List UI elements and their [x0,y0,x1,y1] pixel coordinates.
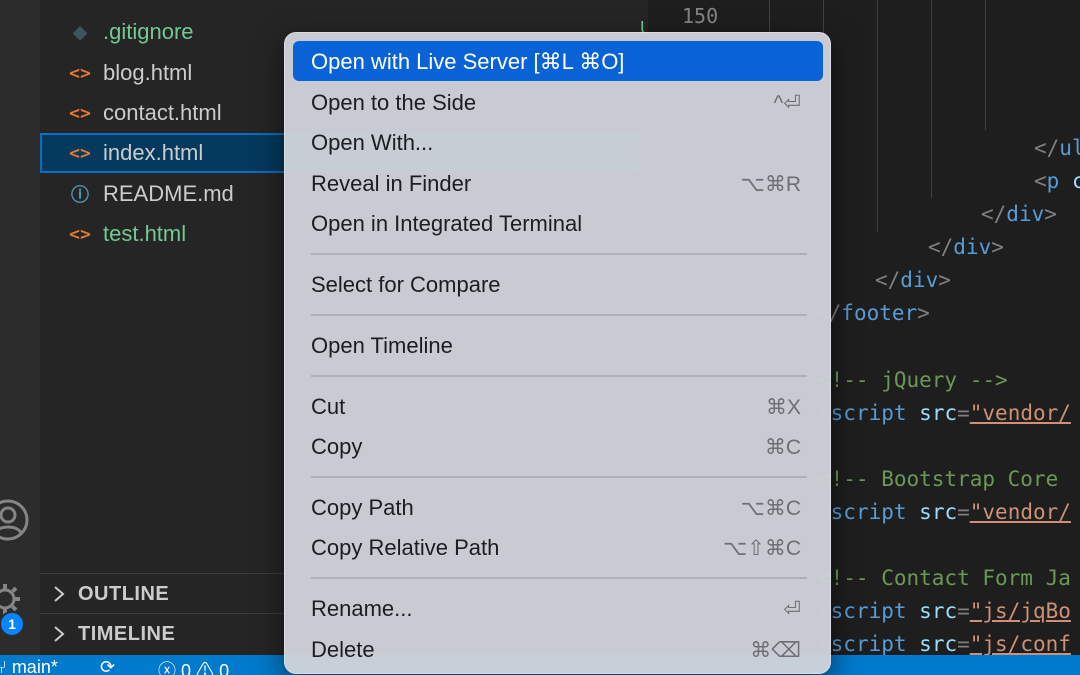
info-icon: ⓘ [71,185,89,205]
html-icon: <> [69,142,91,164]
menu-item-label: Rename... [311,596,413,621]
code-comment: <!-- jQuery --> [818,368,1008,392]
indent-guide [985,0,986,130]
file-name: index.html [103,140,204,165]
file-name: README.md [103,181,234,206]
menu-item-shortcut: ^⏎ [773,92,801,115]
menu-separator [311,375,807,377]
menu-item-shortcut: ⌘C [764,436,801,459]
sync-icon[interactable]: ⟳ [100,657,115,675]
section-label: OUTLINE [78,583,170,605]
indent-guide [877,0,878,232]
menu-item-rename[interactable]: Rename... ⏎ [293,588,823,628]
menu-item-shortcut: ⌥⇧⌘C [723,537,801,560]
code-line: <script src="vendor/ [818,500,1071,524]
menu-item-label: Delete [311,637,375,662]
file-name: contact.html [103,100,222,125]
menu-item-label: Reveal in Finder [311,171,472,196]
code-line: <script src="js/jqBo [818,599,1071,623]
section-label: TIMELINE [78,623,176,645]
menu-item-select-for-compare[interactable]: Select for Compare [293,264,823,304]
menu-item-label: Open With... [311,130,434,155]
menu-item-open-live-server[interactable]: Open with Live Server [⌘L ⌘O] [293,41,823,81]
menu-item-delete[interactable]: Delete ⌘⌫ [293,629,823,669]
branch-indicator[interactable]: ⑂ main* [0,657,58,675]
menu-item-label: Open Timeline [311,333,453,358]
menu-item-open-terminal[interactable]: Open in Integrated Terminal [293,203,823,243]
file-name: test.html [103,221,187,246]
html-icon: <> [69,62,91,84]
menu-item-label: Open in Integrated Terminal [311,211,583,236]
code-line: </div> [875,268,951,292]
menu-item-copy[interactable]: Copy ⌘C [293,426,823,466]
code-line: </footer> [816,301,930,325]
menu-separator [311,314,807,316]
code-line: </div> [928,235,1004,259]
menu-item-shortcut: ⌥⌘R [740,173,801,196]
menu-item-copy-path[interactable]: Copy Path ⌥⌘C [293,487,823,527]
menu-item-copy-relative-path[interactable]: Copy Relative Path ⌥⇧⌘C [293,527,823,567]
code-comment: <!-- Bootstrap Core [818,467,1059,491]
menu-separator [311,476,807,478]
indent-guide [931,0,932,198]
html-icon: <> [69,102,91,124]
menu-item-shortcut: ⌘X [765,396,801,419]
menu-item-cut[interactable]: Cut ⌘X [293,386,823,426]
problems-indicator[interactable]: ⓧ 0 ⚠ 0 [158,657,229,675]
account-icon[interactable] [0,498,30,542]
menu-item-reveal-in-finder[interactable]: Reveal in Finder ⌥⌘R [293,163,823,203]
menu-item-label: Copy Relative Path [311,535,500,560]
warning-count: 0 [219,661,230,675]
branch-name: main* [11,657,58,675]
html-icon: <> [69,223,91,245]
code-line: <script src="js/conf [818,632,1071,655]
menu-separator [311,577,807,579]
git-icon: ◆ [73,21,87,42]
menu-item-label: Select for Compare [311,272,501,297]
error-count: 0 [181,661,192,675]
chevron-right-icon [54,626,65,642]
code-line: </div> [981,202,1057,226]
menu-item-label: Cut [311,394,346,419]
menu-item-open-with[interactable]: Open With... [293,122,823,162]
file-name: blog.html [103,60,193,85]
line-number: 150 [682,4,719,28]
activity-bar: 1 [0,0,40,655]
code-line: </ul [1034,136,1080,160]
warning-icon: ⚠ [196,661,215,675]
context-menu: Open with Live Server [⌘L ⌘O] Open to th… [284,32,831,674]
menu-item-shortcut: ⏎ [783,598,801,621]
menu-item-label: Open with Live Server [⌘L ⌘O] [311,49,625,74]
notification-badge: 1 [0,611,25,637]
chevron-right-icon [54,586,65,602]
code-line: <script src="vendor/ [818,401,1071,425]
menu-item-shortcut: ⌘⌫ [750,639,801,662]
menu-item-shortcut: ⌥⌘C [740,497,801,520]
menu-item-label: Copy Path [311,495,414,520]
file-name: .gitignore [103,19,194,44]
menu-item-open-timeline[interactable]: Open Timeline [293,325,823,365]
menu-item-label: Copy [311,434,363,459]
code-line: <p c [1034,169,1080,193]
code-comment: <!-- Contact Form Ja [818,566,1071,590]
menu-item-label: Open to the Side [311,90,477,115]
menu-separator [311,253,807,255]
menu-item-open-to-side[interactable]: Open to the Side ^⏎ [293,82,823,122]
error-icon: ⓧ [158,661,176,675]
